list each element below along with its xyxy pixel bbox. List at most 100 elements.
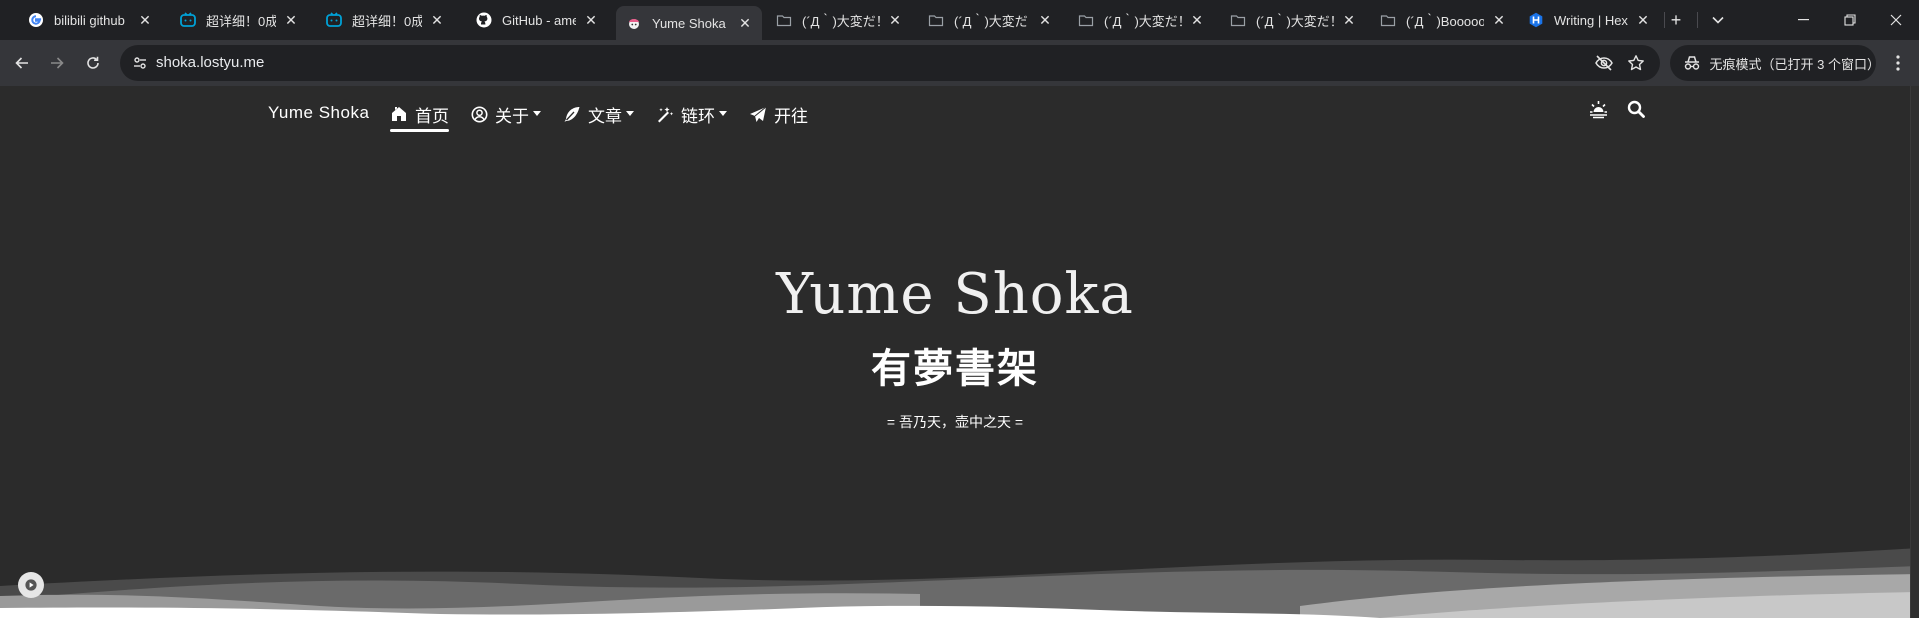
bilibili-icon: [326, 12, 342, 28]
close-icon[interactable]: ✕: [282, 11, 300, 29]
nav-label: 链环: [681, 106, 715, 126]
url-text[interactable]: shoka.lostyu.me: [156, 54, 264, 71]
page-viewport: Yume Shoka 首页 关于 文章 链环 开往 Yume Shoka 有夢書…: [0, 86, 1919, 618]
folder-icon: [1380, 12, 1396, 28]
chevron-down-icon: [1712, 16, 1724, 24]
nav-label: 关于: [495, 106, 529, 126]
minimize-icon: [1798, 19, 1809, 21]
tab-folder-5[interactable]: (´Д｀)Boooooo ✕: [1370, 6, 1516, 34]
nav-label: 首页: [415, 106, 449, 126]
theme-toggle-button[interactable]: [1589, 100, 1608, 124]
tab-title: (´Д｀)大変だ！: [1104, 13, 1182, 29]
minimize-button[interactable]: [1781, 0, 1827, 40]
close-icon[interactable]: ✕: [428, 11, 446, 29]
site-info-icon[interactable]: [128, 51, 152, 75]
address-bar[interactable]: shoka.lostyu.me: [120, 45, 1660, 81]
back-button[interactable]: [8, 49, 36, 77]
incognito-icon: [1682, 55, 1702, 71]
tab-title: GitHub - ame: [502, 12, 576, 28]
nav-item-home[interactable]: 首页: [390, 100, 449, 132]
nav-label: 开往: [774, 106, 808, 126]
incognito-label: 无痕模式（已打开 3 个窗口）: [1709, 56, 1880, 72]
wave-decoration: [0, 548, 1919, 618]
close-icon[interactable]: ✕: [1490, 11, 1508, 29]
tab-folder-3[interactable]: (´Д｀)大変だ！ ✕: [1068, 6, 1214, 34]
restore-button[interactable]: [1827, 0, 1873, 40]
nav-item-links[interactable]: 链环: [656, 100, 727, 128]
magic-wand-icon: [658, 106, 674, 122]
close-icon[interactable]: ✕: [1036, 11, 1054, 29]
paper-plane-icon: [750, 106, 767, 122]
close-window-button[interactable]: [1873, 0, 1919, 40]
nav-item-travelling[interactable]: 开往: [749, 100, 808, 128]
tab-bilibili-github[interactable]: bilibili github ✕: [18, 6, 162, 34]
close-icon[interactable]: ✕: [886, 11, 904, 29]
music-player-button[interactable]: [18, 572, 44, 598]
close-icon[interactable]: ✕: [736, 14, 754, 32]
arrow-right-icon: [51, 57, 64, 69]
close-icon[interactable]: ✕: [1634, 11, 1652, 29]
sunrise-icon: [1590, 101, 1607, 119]
caret-down-icon: [626, 111, 634, 116]
tab-title: 超详细！0成本: [206, 13, 276, 29]
incognito-indicator[interactable]: 无痕模式（已打开 3 个窗口）: [1670, 45, 1880, 81]
browser-toolbar: shoka.lostyu.me 无痕模式（已打开 3 个窗口）: [0, 40, 1919, 86]
reload-icon: [87, 56, 99, 69]
nav-item-about[interactable]: 关于: [471, 100, 541, 128]
feather-icon: [564, 106, 580, 122]
user-circle-icon: [471, 106, 488, 122]
folder-icon: [776, 12, 792, 28]
github-icon: [476, 12, 492, 28]
home-icon: [392, 107, 406, 121]
new-tab-button[interactable]: +: [1662, 8, 1690, 32]
close-icon: [1890, 14, 1902, 26]
tab-yume-shoka[interactable]: Yume Shoka ✕: [616, 6, 762, 40]
search-icon: [1627, 100, 1645, 118]
caret-down-icon: [533, 111, 541, 116]
tab-folder-1[interactable]: (´Д｀)大変だ！ ✕: [766, 6, 912, 34]
star-icon[interactable]: [1626, 53, 1646, 73]
hexo-icon: [1528, 12, 1544, 28]
nav-item-posts[interactable]: 文章: [563, 100, 634, 128]
tab-title: (´Д｀)Boooooo: [1406, 13, 1484, 29]
close-icon[interactable]: ✕: [1188, 11, 1206, 29]
folder-icon: [928, 12, 944, 28]
tab-title: (´Д｀)大変だ！: [802, 13, 880, 29]
close-icon[interactable]: ✕: [136, 11, 154, 29]
tab-search-button[interactable]: [1704, 8, 1732, 32]
hero-motto: = 吾乃天，壶中之天 =: [886, 414, 1024, 430]
tab-github[interactable]: GitHub - ame ✕: [466, 6, 608, 34]
close-icon[interactable]: ✕: [1340, 11, 1358, 29]
arrow-left-icon: [15, 57, 28, 69]
search-button[interactable]: [1627, 100, 1645, 123]
google-icon: [28, 12, 44, 28]
eye-slash-icon[interactable]: [1594, 53, 1614, 73]
tab-strip: bilibili github ✕ 超详细！0成本 ✕ 超详细！0成本 ✕ Gi…: [0, 0, 1919, 40]
play-icon: [25, 579, 37, 591]
close-icon[interactable]: ✕: [582, 11, 600, 29]
more-vertical-icon: [1896, 55, 1900, 71]
scrollbar[interactable]: [1910, 86, 1919, 618]
tab-hexo-writing[interactable]: Writing | Hex ✕: [1518, 6, 1660, 34]
tab-title: bilibili github: [54, 12, 125, 28]
tab-title: Yume Shoka: [652, 15, 726, 31]
reload-button[interactable]: [79, 49, 107, 77]
folder-icon: [1230, 12, 1246, 28]
tab-title: 超详细！0成本: [352, 13, 422, 29]
tab-bilibili-1[interactable]: 超详细！0成本 ✕: [170, 6, 308, 34]
caret-down-icon: [719, 111, 727, 116]
tab-folder-2[interactable]: (´Д｀)大変だ！ ✕: [918, 6, 1062, 34]
site-brand[interactable]: Yume Shoka: [268, 103, 369, 123]
nav-label: 文章: [588, 106, 622, 126]
browser-menu-button[interactable]: [1888, 52, 1908, 74]
tab-title: (´Д｀)大変だ！: [954, 13, 1030, 29]
hero-subtitle: 有夢書架: [871, 345, 1039, 392]
tab-title: (´Д｀)大変だ！: [1256, 13, 1334, 29]
bilibili-icon: [180, 12, 196, 28]
tab-bilibili-2[interactable]: 超详细！0成本 ✕: [316, 6, 454, 34]
tab-title: Writing | Hex: [1554, 12, 1628, 28]
site-nav: 首页 关于 文章 链环 开往: [390, 100, 808, 132]
folder-icon: [1078, 12, 1094, 28]
forward-button[interactable]: [43, 49, 71, 77]
tab-folder-4[interactable]: (´Д｀)大変だ！ ✕: [1220, 6, 1366, 34]
